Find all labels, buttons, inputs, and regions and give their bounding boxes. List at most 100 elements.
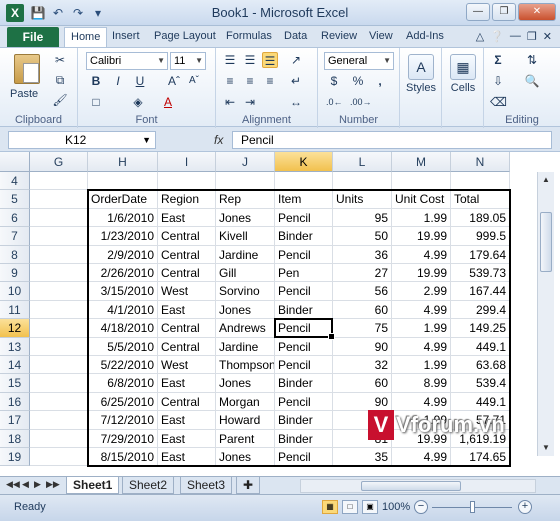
next-sheet-icon[interactable]: ▶ <box>34 479 41 490</box>
table-cell[interactable]: Pencil <box>275 208 333 228</box>
decrease-decimal-icon[interactable]: .00→ <box>350 94 372 110</box>
cell[interactable] <box>275 172 333 191</box>
minimize-ribbon-icon[interactable]: △ <box>476 30 484 43</box>
number-format-dropdown[interactable]: General ▼ <box>324 52 394 70</box>
cell[interactable] <box>88 172 158 191</box>
table-cell[interactable]: 6/8/2010 <box>88 374 158 393</box>
table-cell[interactable]: Binder <box>275 429 333 448</box>
font-name-dropdown[interactable]: Calibri ▼ <box>86 52 168 70</box>
table-cell[interactable]: Jardine <box>216 337 275 356</box>
table-cell[interactable]: West <box>158 356 216 375</box>
cell[interactable] <box>333 172 392 191</box>
table-header-cell[interactable]: Item <box>275 190 333 209</box>
cell[interactable] <box>30 208 88 228</box>
row-header-17[interactable]: 17 <box>0 411 30 430</box>
table-cell[interactable]: 1/23/2010 <box>88 227 158 246</box>
table-cell[interactable]: 4/1/2010 <box>88 300 158 320</box>
align-left-icon[interactable]: ≡ <box>222 73 238 89</box>
zoom-level[interactable]: 100% <box>382 501 410 513</box>
table-cell[interactable]: East <box>158 429 216 448</box>
table-cell[interactable]: East <box>158 374 216 393</box>
row-header-5[interactable]: 5 <box>0 190 30 209</box>
sheet-tab-sheet1[interactable]: Sheet1 <box>66 477 120 494</box>
table-cell[interactable]: 4.99 <box>392 392 451 412</box>
table-cell[interactable]: Central <box>158 337 216 356</box>
help-icon[interactable]: ❔ <box>490 30 504 43</box>
tab-view[interactable]: View <box>369 30 393 42</box>
table-cell[interactable]: Central <box>158 319 216 338</box>
table-cell[interactable]: Kivell <box>216 227 275 246</box>
cell[interactable] <box>30 356 88 375</box>
table-cell[interactable]: Howard <box>216 411 275 430</box>
page-break-view-icon[interactable]: ▣ <box>362 500 378 514</box>
table-cell[interactable]: Jardine <box>216 245 275 264</box>
row-header-14[interactable]: 14 <box>0 356 30 375</box>
table-cell[interactable]: Parent <box>216 429 275 448</box>
row-header-13[interactable]: 13 <box>0 337 30 356</box>
table-cell[interactable]: 1.99 <box>392 319 451 338</box>
row-header-11[interactable]: 11 <box>0 300 30 320</box>
column-header-j[interactable]: J <box>216 152 275 172</box>
table-cell[interactable]: 5/5/2010 <box>88 337 158 356</box>
table-cell[interactable]: 149.25 <box>451 319 510 338</box>
cell[interactable] <box>216 172 275 191</box>
format-painter-icon[interactable]: 🖌 <box>52 92 68 108</box>
increase-decimal-icon[interactable]: .0← <box>326 94 343 110</box>
italic-button[interactable]: I <box>110 73 126 89</box>
table-cell[interactable]: 1.99 <box>392 356 451 375</box>
table-cell[interactable]: Jones <box>216 374 275 393</box>
sort-filter-icon[interactable]: ⇅ <box>524 52 540 68</box>
paste-icon[interactable] <box>14 54 40 84</box>
table-cell[interactable]: Pencil <box>275 319 333 338</box>
row-header-10[interactable]: 10 <box>0 282 30 301</box>
table-cell[interactable]: Pencil <box>275 337 333 356</box>
row-header-16[interactable]: 16 <box>0 392 30 412</box>
cell[interactable] <box>451 172 510 191</box>
tab-insert[interactable]: Insert <box>112 30 140 42</box>
styles-button[interactable]: A Styles <box>403 54 439 94</box>
hscroll-thumb[interactable] <box>361 481 461 491</box>
table-cell[interactable]: Pencil <box>275 245 333 264</box>
cell[interactable] <box>30 264 88 283</box>
align-top-icon[interactable]: ☰ <box>222 52 238 68</box>
underline-button[interactable]: U <box>132 73 148 89</box>
zoom-out-button[interactable]: − <box>414 500 428 514</box>
table-header-cell[interactable]: OrderDate <box>88 190 158 209</box>
table-cell[interactable]: 999.5 <box>451 227 510 246</box>
table-cell[interactable]: 449.1 <box>451 337 510 356</box>
table-cell[interactable]: 95 <box>333 208 392 228</box>
table-cell[interactable]: 36 <box>333 245 392 264</box>
table-cell[interactable]: 299.4 <box>451 300 510 320</box>
table-cell[interactable]: Gill <box>216 264 275 283</box>
table-cell[interactable]: Pencil <box>275 392 333 412</box>
table-cell[interactable]: 90 <box>333 392 392 412</box>
row-header-12[interactable]: 12 <box>0 319 30 338</box>
cell[interactable] <box>30 172 88 191</box>
autosum-icon[interactable]: Σ <box>490 52 506 68</box>
fill-color-icon[interactable]: ◈ <box>130 94 146 110</box>
vertical-scrollbar[interactable]: ▲ ▼ <box>537 172 554 456</box>
column-header-h[interactable]: H <box>88 152 158 172</box>
table-cell[interactable]: Central <box>158 392 216 412</box>
tab-formulas[interactable]: Formulas <box>226 30 272 42</box>
page-layout-view-icon[interactable]: □ <box>342 500 358 514</box>
table-header-cell[interactable]: Unit Cost <box>392 190 451 209</box>
table-cell[interactable]: 179.64 <box>451 245 510 264</box>
table-cell[interactable]: East <box>158 208 216 228</box>
table-cell[interactable]: 8.99 <box>392 374 451 393</box>
table-cell[interactable]: Central <box>158 245 216 264</box>
insert-sheet-icon[interactable]: ✚ <box>236 477 261 494</box>
table-cell[interactable]: 75 <box>333 319 392 338</box>
zoom-in-button[interactable]: + <box>518 500 532 514</box>
table-cell[interactable]: Jones <box>216 448 275 467</box>
font-color-icon[interactable]: A <box>160 94 176 110</box>
comma-button[interactable]: , <box>372 73 388 89</box>
column-header-n[interactable]: N <box>451 152 510 172</box>
table-cell[interactable]: Binder <box>275 374 333 393</box>
table-cell[interactable]: Pencil <box>275 282 333 301</box>
table-cell[interactable]: 3/15/2010 <box>88 282 158 301</box>
cell[interactable] <box>30 429 88 448</box>
table-cell[interactable]: 19.99 <box>392 264 451 283</box>
table-cell[interactable]: East <box>158 300 216 320</box>
close-button[interactable]: ✕ <box>518 3 556 21</box>
